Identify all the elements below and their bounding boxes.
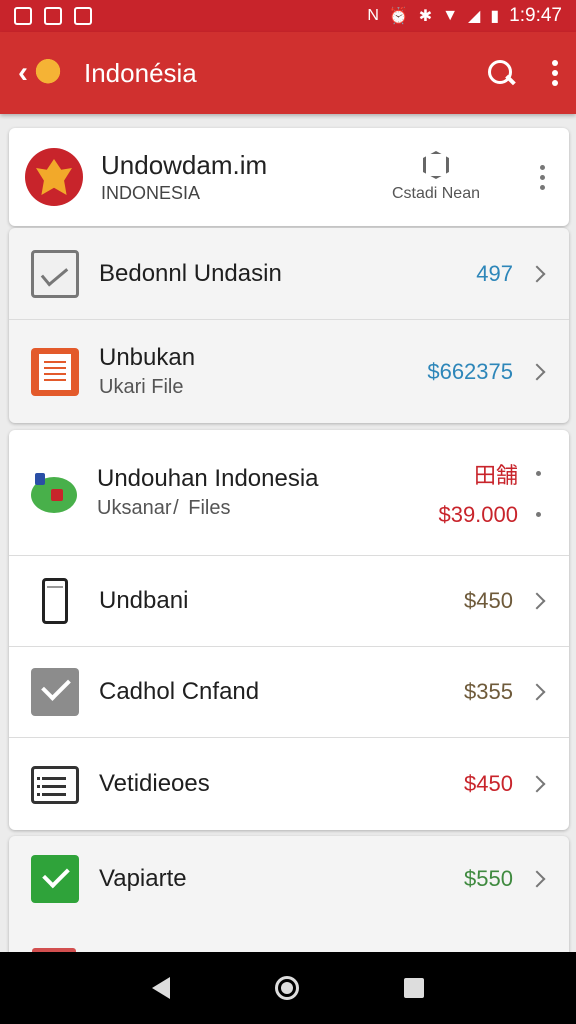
list-item-label: Vapiarte [99,865,187,892]
nav-recents-icon[interactable] [403,978,424,998]
chevron-right-icon [528,775,546,792]
garuda-logo-icon [30,55,66,91]
signal-icon: ◢ [468,8,481,25]
list-item-value: $662375 [427,358,513,384]
dot-icon [536,471,541,476]
bluetooth-icon: ✱ [418,8,433,25]
header-action[interactable]: Cstadi Nean [392,151,480,203]
navigation-bar [0,952,576,1024]
list-item[interactable]: Undbani $450 [9,556,569,647]
featured-value-top: 田舗 [473,462,518,488]
list-item[interactable]: Unbukan Ukari File $662375 [9,320,569,423]
list-item-sublabel: Ukari File [99,376,184,398]
back-arrow-icon[interactable]: ‹ [18,56,28,90]
chevron-right-icon [528,363,546,380]
group-card-3: Vapiarte $550 [9,836,569,966]
alarm-icon: ⏰ [388,8,409,25]
nav-home-icon[interactable] [274,976,299,1000]
list-item[interactable]: Vapiarte $550 [9,836,569,922]
hexagon-icon [422,151,449,179]
lock-notification-icon [74,7,92,25]
featured-value-bottom: $39.000 [438,501,518,527]
status-time: 1:9:47 [509,5,562,26]
map-icon [31,472,77,513]
list-item-value: $550 [464,866,513,891]
checkbox-icon [31,668,79,716]
list-item-label: Cadhol Cnfand [99,678,260,705]
header-title: Undowdam.im [101,150,268,180]
chevron-right-icon [528,683,546,701]
list-item[interactable]: Cadhol Cnfand $355 [9,647,569,738]
group-card-1: Bedonnl Undasin 497 Unbukan Ukari File $… [9,228,569,423]
list-icon [31,765,79,804]
file-sheet-icon [31,347,79,396]
chevron-right-icon [528,265,546,282]
app-bar: ‹ Indonésia [0,32,576,114]
list-item[interactable]: Bedonnl Undasin 497 [9,228,569,320]
garuda-emblem-icon [25,148,83,206]
list-item-value: $450 [464,770,513,796]
list-item-label: Vetidieoes [99,769,210,797]
dot-icon [536,512,541,517]
more-options-icon[interactable] [552,60,558,86]
header-action-label: Cstadi Nean [391,185,480,202]
app-title: Indonésia [84,57,197,88]
featured-item[interactable]: Undouhan Indonesia Uksanar / Files 田舗 $3… [9,430,569,556]
gallery-notification-icon [44,7,62,25]
list-item-value: $355 [464,679,513,704]
list-item-value: 497 [476,260,513,286]
list-item[interactable]: Vetidieoes $450 [9,738,569,829]
phone-icon [42,578,68,624]
document-check-icon [31,249,79,298]
image-notification-icon [14,7,32,25]
list-item-label: Unbukan [99,344,196,371]
nav-back-icon[interactable] [152,977,171,999]
search-icon[interactable] [486,58,516,88]
status-bar: N ⏰ ✱ ▼ ◢ ▮ 1:9:47 [0,0,576,32]
featured-label: Undouhan Indonesia [97,465,319,492]
chevron-right-icon [528,870,546,888]
battery-icon: ▮ [490,8,500,25]
wifi-icon: ▼ [442,7,459,24]
featured-sublabel: Uksanar / Files [97,497,231,519]
list-item-value: $450 [464,588,513,613]
group-card-2: Undouhan Indonesia Uksanar / Files 田舗 $3… [9,430,569,830]
nfc-icon: N [367,7,379,24]
list-item-label: Undbani [99,587,189,614]
header-subtitle: INDONESIA [101,183,201,203]
green-check-icon [31,855,79,903]
header-card: Undowdam.im INDONESIA Cstadi Nean [9,128,569,226]
header-more-icon[interactable] [540,164,545,190]
list-item-label: Bedonnl Undasin [99,259,282,287]
chevron-right-icon [528,592,546,610]
